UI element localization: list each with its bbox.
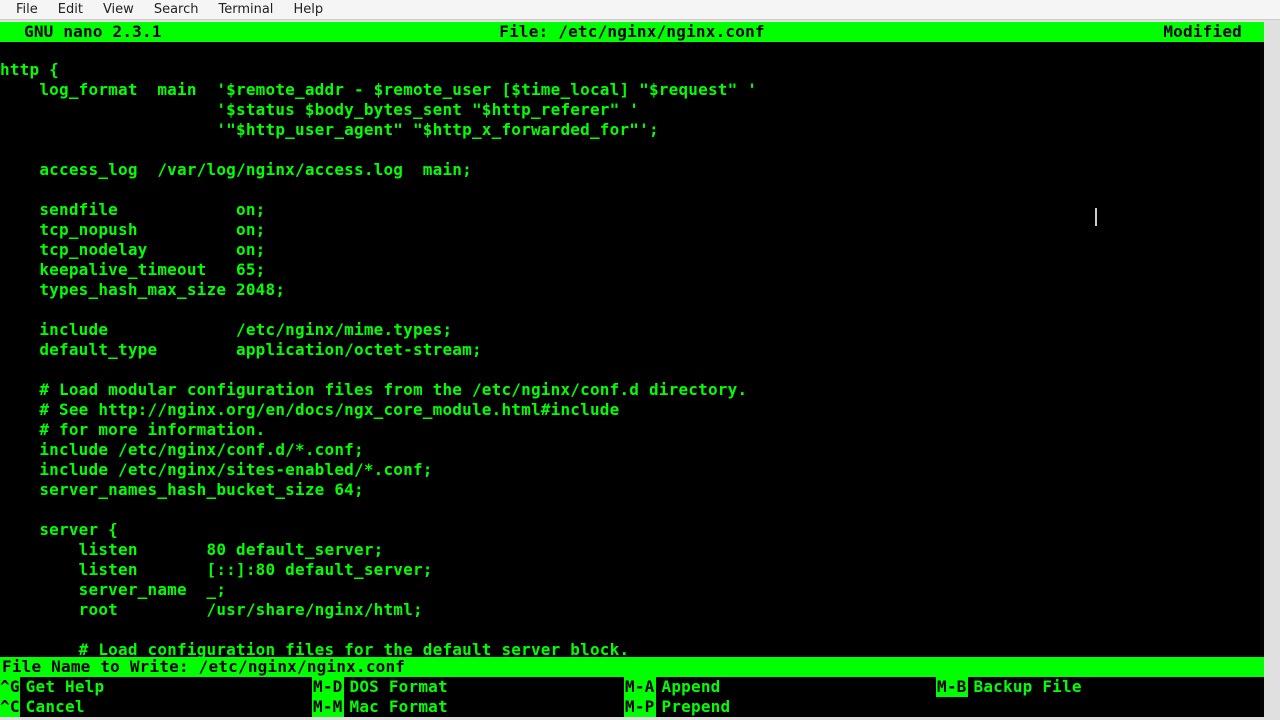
shortcut-label: DOS Format: [344, 677, 448, 697]
editor-line[interactable]: listen 80 default_server;: [0, 540, 1264, 560]
shortcut-label: Backup File: [968, 677, 1082, 697]
shortcut-item: M-AAppend: [624, 677, 936, 697]
shortcut-item: M-PPrepend: [624, 697, 936, 717]
editor-line[interactable]: include /etc/nginx/conf.d/*.conf;: [0, 440, 1264, 460]
menu-view[interactable]: View: [93, 0, 144, 19]
editor-line[interactable]: [0, 300, 1264, 320]
shortcut-item: [936, 697, 1248, 717]
editor-line[interactable]: root /usr/share/nginx/html;: [0, 600, 1264, 620]
shortcut-key: M-P: [624, 697, 656, 717]
editor-line[interactable]: [0, 180, 1264, 200]
editor-line[interactable]: [0, 360, 1264, 380]
editor-line[interactable]: log_format main '$remote_addr - $remote_…: [0, 80, 1264, 100]
editor-line[interactable]: '"$http_user_agent" "$http_x_forwarded_f…: [0, 120, 1264, 140]
shortcut-item: ^GGet Help: [0, 677, 312, 697]
shortcut-label: Cancel: [20, 697, 85, 717]
shortcut-label: Mac Format: [344, 697, 448, 717]
editor-line[interactable]: # for more information.: [0, 420, 1264, 440]
shortcut-key: M-D: [312, 677, 344, 697]
editor-line[interactable]: [0, 500, 1264, 520]
editor-line[interactable]: http {: [0, 60, 1264, 80]
editor-line[interactable]: sendfile on;: [0, 200, 1264, 220]
nano-version: GNU nano 2.3.1: [0, 22, 162, 42]
filename-prompt[interactable]: File Name to Write: /etc/nginx/nginx.con…: [0, 657, 1264, 677]
terminal[interactable]: GNU nano 2.3.1 File: /etc/nginx/nginx.co…: [0, 22, 1264, 717]
editor-line[interactable]: access_log /var/log/nginx/access.log mai…: [0, 160, 1264, 180]
shortcut-item: M-BBackup File: [936, 677, 1248, 697]
editor-line[interactable]: types_hash_max_size 2048;: [0, 280, 1264, 300]
menu-help[interactable]: Help: [283, 0, 333, 19]
shortcut-key: M-A: [624, 677, 656, 697]
shortcut-label: Get Help: [20, 677, 105, 697]
shortcut-key: M-M: [312, 697, 344, 717]
shortcut-key: ^G: [0, 677, 20, 697]
editor-line[interactable]: tcp_nopush on;: [0, 220, 1264, 240]
shortcut-item: M-MMac Format: [312, 697, 624, 717]
editor-line[interactable]: # Load modular configuration files from …: [0, 380, 1264, 400]
editor-line[interactable]: server_name _;: [0, 580, 1264, 600]
editor-line[interactable]: include /etc/nginx/sites-enabled/*.conf;: [0, 460, 1264, 480]
editor-line[interactable]: keepalive_timeout 65;: [0, 260, 1264, 280]
editor-line[interactable]: listen [::]:80 default_server;: [0, 560, 1264, 580]
menu-search[interactable]: Search: [144, 0, 209, 19]
editor-line[interactable]: server_names_hash_bucket_size 64;: [0, 480, 1264, 500]
editor-line[interactable]: [0, 140, 1264, 160]
prompt-text: File Name to Write: /etc/nginx/nginx.con…: [0, 657, 407, 677]
shortcut-key: ^C: [0, 697, 20, 717]
nano-shortcut-bar: ^GGet HelpM-DDOS FormatM-AAppendM-BBacku…: [0, 677, 1264, 717]
editor-line[interactable]: '$status $body_bytes_sent "$http_referer…: [0, 100, 1264, 120]
editor-line[interactable]: [0, 620, 1264, 640]
menu-file[interactable]: File: [6, 0, 48, 19]
editor-line[interactable]: # See http://nginx.org/en/docs/ngx_core_…: [0, 400, 1264, 420]
nano-titlebar: GNU nano 2.3.1 File: /etc/nginx/nginx.co…: [0, 22, 1264, 42]
shortcut-item: ^CCancel: [0, 697, 312, 717]
menu-terminal[interactable]: Terminal: [208, 0, 283, 19]
window-menubar: File Edit View Search Terminal Help: [0, 0, 1280, 20]
shortcut-key: M-B: [936, 677, 968, 697]
shortcut-item: M-DDOS Format: [312, 677, 624, 697]
editor-line[interactable]: tcp_nodelay on;: [0, 240, 1264, 260]
text-cursor: [1095, 208, 1097, 226]
shortcut-label: Prepend: [656, 697, 731, 717]
nano-filename: File: /etc/nginx/nginx.conf: [499, 22, 765, 42]
editor-line[interactable]: default_type application/octet-stream;: [0, 340, 1264, 360]
shortcut-label: Append: [656, 677, 721, 697]
editor-content[interactable]: http { log_format main '$remote_addr - $…: [0, 42, 1264, 660]
editor-line[interactable]: server {: [0, 520, 1264, 540]
menu-edit[interactable]: Edit: [48, 0, 93, 19]
nano-modified-status: Modified: [1163, 22, 1242, 42]
editor-line[interactable]: include /etc/nginx/mime.types;: [0, 320, 1264, 340]
